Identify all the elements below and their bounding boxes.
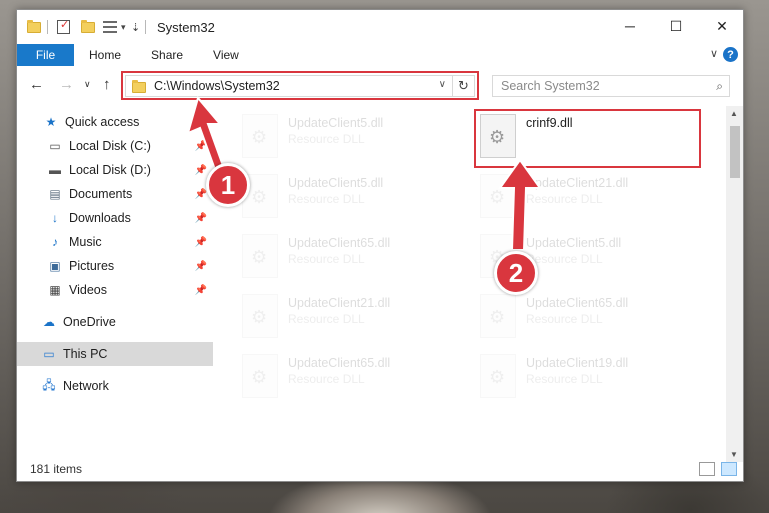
annotation-arrows (186, 95, 542, 251)
step-1-badge: 1 (206, 163, 250, 207)
step-2-badge: 2 (494, 251, 538, 295)
arrow-to-file (498, 158, 542, 251)
